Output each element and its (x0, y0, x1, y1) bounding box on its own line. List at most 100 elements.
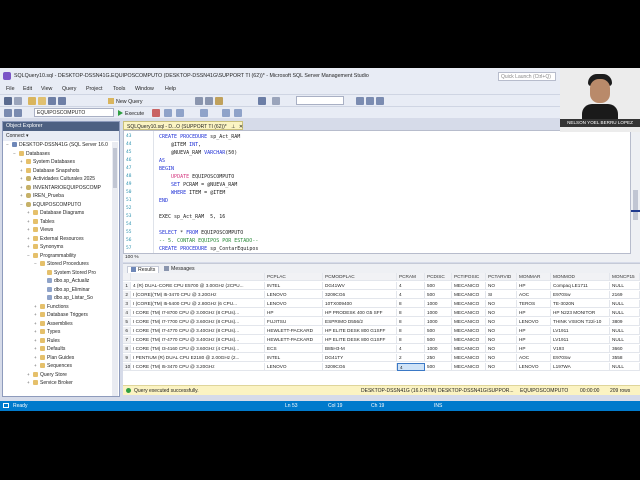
tree-node[interactable]: + Assemblies (34, 320, 73, 329)
expand-toggle-icon[interactable]: + (27, 372, 32, 377)
expand-toggle-icon[interactable]: − (6, 142, 11, 147)
table-cell[interactable]: LENOVO (517, 318, 551, 326)
table-cell[interactable]: I PENTIUM (R) DUAL CPU E2180 @ 2.00GHz (… (131, 354, 265, 362)
table-cell[interactable]: I CORE (TM) I7-7700 CPU @ 3.60GHz (8 CPU… (131, 318, 265, 326)
connect-dropdown[interactable]: Connect ▾ (6, 133, 29, 139)
table-cell[interactable]: 2169 (610, 291, 640, 299)
table-cell[interactable]: 4 (R) DUAL-CORE CPU E5700 @ 3.00GHz (2CP… (131, 282, 265, 290)
row-number[interactable]: 5 (123, 318, 131, 326)
row-number[interactable]: 6 (123, 327, 131, 335)
query-editor[interactable]: 434445464748495051525354555657585960 CRE… (123, 130, 631, 254)
tree-node[interactable]: + Database Diagrams (27, 210, 84, 218)
tree-node[interactable]: + Database Triggers (34, 312, 88, 320)
table-cell[interactable]: V193 (551, 345, 610, 353)
expand-toggle-icon[interactable]: + (34, 312, 39, 317)
expand-toggle-icon[interactable]: + (27, 219, 32, 224)
table-cell[interactable]: 3809 (610, 318, 640, 326)
table-cell[interactable]: 500 (425, 291, 452, 299)
expand-toggle-icon[interactable]: + (34, 355, 39, 360)
cut-icon[interactable] (195, 97, 203, 105)
scroll-thumb[interactable] (633, 190, 638, 220)
table-cell[interactable]: I CORE (TM) I7-4770 CPU @ 3.40GHz (8 CPU… (131, 336, 265, 344)
expand-toggle-icon[interactable]: − (34, 261, 39, 266)
tree-node[interactable]: + IREN_Prueba (20, 193, 64, 201)
row-number[interactable]: 10 (123, 363, 131, 371)
expand-toggle-icon[interactable]: + (34, 346, 39, 351)
tree-node[interactable]: + System Databases (20, 159, 75, 167)
table-cell[interactable]: 8 (397, 318, 425, 326)
table-cell[interactable]: 1000 (425, 300, 452, 308)
tree-node[interactable]: − Stored Procedures (34, 261, 89, 269)
table-cell[interactable]: HP (265, 309, 323, 317)
table-cell[interactable]: MECANICO (452, 345, 486, 353)
save-icon[interactable] (48, 97, 56, 105)
row-number[interactable]: 3 (123, 300, 131, 308)
zoom-level[interactable]: 100 % (125, 255, 139, 260)
expand-toggle-icon[interactable]: + (20, 185, 25, 190)
table-cell[interactable]: 2 (397, 354, 425, 362)
row-number[interactable]: 1 (123, 282, 131, 290)
table-cell[interactable]: NO (486, 336, 517, 344)
column-header[interactable]: MONCP15 (610, 273, 640, 281)
quick-launch-input[interactable]: Quick Launch (Ctrl+Q) (498, 72, 556, 81)
table-cell[interactable]: NULL (610, 363, 640, 371)
expand-toggle-icon[interactable]: + (34, 329, 39, 334)
table-cell[interactable]: 500 (425, 327, 452, 335)
table-cell[interactable]: LENOVO (517, 363, 551, 371)
stop-icon[interactable] (152, 109, 160, 117)
table-cell[interactable]: 4 (397, 291, 425, 299)
menu-edit[interactable]: Edit (23, 86, 32, 92)
row-number[interactable]: 9 (123, 354, 131, 362)
table-cell[interactable]: DG41TY (323, 354, 397, 362)
table-cell[interactable]: MECANICO (452, 318, 486, 326)
column-header[interactable]: MONMAR (517, 273, 551, 281)
expand-toggle-icon[interactable]: + (34, 338, 39, 343)
table-cell[interactable]: HP (517, 309, 551, 317)
table-cell[interactable]: HP ELITE DESK 800 G1SFF (323, 327, 397, 335)
execute-button[interactable]: Execute (118, 110, 144, 117)
table-cell[interactable]: THINK VISION T22i-10 (551, 318, 610, 326)
column-header[interactable]: MONMOD (551, 273, 610, 281)
table-cell[interactable]: HP (517, 345, 551, 353)
properties-icon[interactable] (366, 97, 374, 105)
table-cell[interactable]: SI (486, 291, 517, 299)
table-cell[interactable]: 8 (397, 309, 425, 317)
table-cell[interactable]: I (CORE)(TM) I5-3470 CPU @ 3.20GHz (131, 291, 265, 299)
tree-node[interactable]: − DESKTOP-DSSN41G (SQL Server 16.0 (6, 142, 108, 150)
toolbox-icon[interactable] (376, 97, 384, 105)
table-cell[interactable]: 500 (425, 282, 452, 290)
parse-icon[interactable] (164, 109, 172, 117)
table-cell[interactable]: LENOVO (265, 300, 323, 308)
table-cell[interactable]: DG41WV (323, 282, 397, 290)
new-query-button[interactable]: New Query (108, 98, 143, 105)
table-cell[interactable]: 4 (397, 282, 425, 290)
table-cell[interactable]: 10TX009400 (323, 300, 397, 308)
forward-icon[interactable] (14, 97, 22, 105)
table-cell[interactable]: TEROS (517, 300, 551, 308)
expand-toggle-icon[interactable]: + (27, 210, 32, 215)
row-number[interactable]: 2 (123, 291, 131, 299)
undo-icon[interactable] (258, 97, 266, 105)
solution-config-combo[interactable] (296, 96, 344, 105)
row-number[interactable]: 7 (123, 336, 131, 344)
expand-toggle-icon[interactable]: + (20, 159, 25, 164)
paste-icon[interactable] (215, 97, 223, 105)
tree-node[interactable]: + Tables (27, 218, 54, 227)
column-header[interactable] (123, 273, 131, 281)
table-cell[interactable]: NULL (610, 309, 640, 317)
table-cell[interactable]: MECANICO (452, 282, 486, 290)
expand-toggle-icon[interactable]: + (27, 227, 32, 232)
expand-toggle-icon[interactable]: + (20, 193, 25, 198)
table-cell[interactable]: MECANICO (452, 327, 486, 335)
table-cell[interactable]: NULL (610, 282, 640, 290)
table-cell[interactable]: LENOVO (265, 291, 323, 299)
redo-icon[interactable] (272, 97, 280, 105)
expand-toggle-icon[interactable]: + (27, 380, 32, 385)
column-header[interactable] (131, 273, 265, 281)
expand-toggle-icon[interactable]: + (34, 321, 39, 326)
table-cell[interactable]: MECANICO (452, 354, 486, 362)
table-cell[interactable]: I (CORE)(TM) I5-5400 CPU @ 2.80GHz (6 CP… (131, 300, 265, 308)
table-cell[interactable]: I CORE (TM) I5-3470 CPU @ 3.20GHz (131, 363, 265, 371)
disconnect-icon[interactable] (14, 109, 22, 117)
table-cell[interactable]: NO (486, 300, 517, 308)
